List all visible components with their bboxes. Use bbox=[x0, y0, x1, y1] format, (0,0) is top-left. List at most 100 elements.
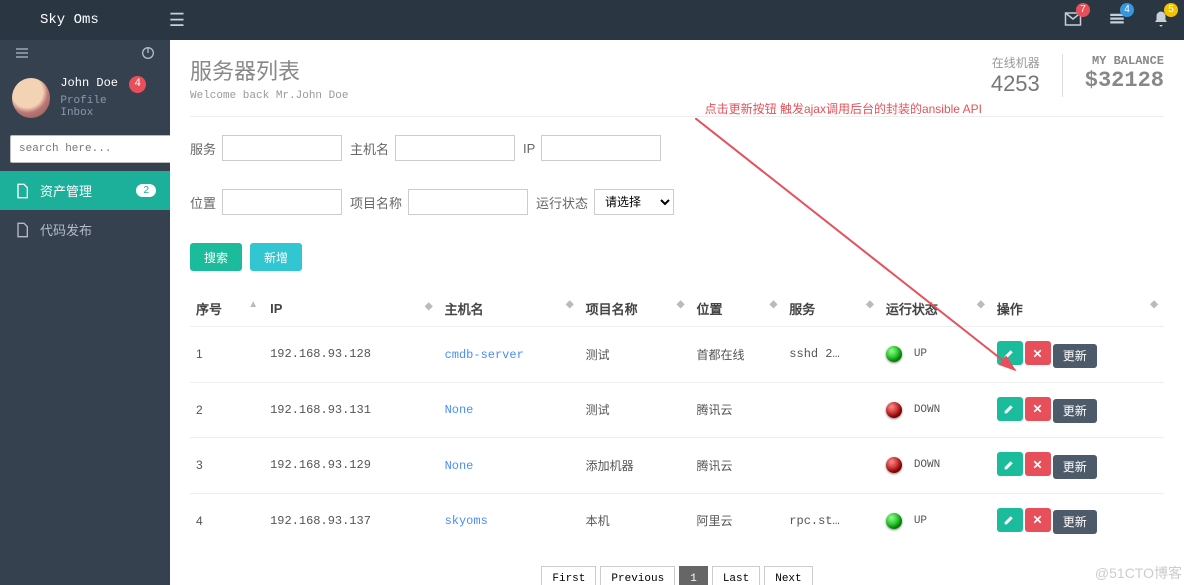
mail-icon[interactable]: 7 bbox=[1064, 10, 1082, 31]
cell-ip: 192.168.93.128 bbox=[264, 327, 438, 383]
pager-last[interactable]: Last bbox=[712, 566, 760, 585]
filter-input-project[interactable] bbox=[408, 189, 528, 215]
filter-label-status: 运行状态 bbox=[536, 193, 588, 212]
user-name: John Doe bbox=[60, 76, 118, 90]
update-button[interactable]: 更新 bbox=[1053, 455, 1097, 479]
menu-toggle-icon[interactable]: ☰ bbox=[169, 10, 185, 31]
cell-project: 本机 bbox=[580, 493, 691, 548]
host-link[interactable]: cmdb-server bbox=[445, 348, 524, 362]
cell-host: None bbox=[439, 382, 580, 438]
cell-svc bbox=[783, 438, 880, 494]
cell-project: 测试 bbox=[580, 382, 691, 438]
cell-ip: 192.168.93.137 bbox=[264, 493, 438, 548]
pager-next[interactable]: Next bbox=[764, 566, 812, 585]
table-row: 3192.168.93.129None添加机器腾讯云DOWN更新 bbox=[190, 438, 1164, 494]
status-dot-icon bbox=[886, 513, 902, 529]
delete-button[interactable] bbox=[1025, 341, 1051, 365]
main: 服务器列表 Welcome back Mr.John Doe 在线机器 4253… bbox=[170, 40, 1184, 585]
filter-input-service[interactable] bbox=[222, 135, 342, 161]
stat-balance: MY BALANCE $32128 bbox=[1085, 54, 1164, 97]
col-project[interactable]: 项目名称◆ bbox=[580, 291, 691, 327]
cell-op: 更新 bbox=[991, 382, 1164, 438]
filter-label-hostname: 主机名 bbox=[350, 139, 389, 158]
pager-page[interactable]: 1 bbox=[679, 566, 708, 585]
status-dot-icon bbox=[886, 457, 902, 473]
table-row: 1192.168.93.128cmdb-server测试首都在线sshd 2…U… bbox=[190, 327, 1164, 383]
table-row: 4192.168.93.137skyoms本机阿里云rpc.st…UP更新 bbox=[190, 493, 1164, 548]
pager-first[interactable]: First bbox=[541, 566, 596, 585]
topbar: Sky Oms ☰ 7 4 5 bbox=[0, 0, 1184, 40]
update-button[interactable]: 更新 bbox=[1053, 344, 1097, 368]
user-card: John Doe 4 Profile Inbox bbox=[0, 68, 170, 127]
cell-svc bbox=[783, 382, 880, 438]
delete-button[interactable] bbox=[1025, 397, 1051, 421]
filter-input-hostname[interactable] bbox=[395, 135, 515, 161]
sidebar-item-deploy[interactable]: 代码发布 bbox=[0, 210, 170, 249]
cell-host: None bbox=[439, 438, 580, 494]
cell-idx: 1 bbox=[190, 327, 264, 383]
file-icon bbox=[14, 183, 30, 199]
cell-op: 更新 bbox=[991, 493, 1164, 548]
user-info: John Doe 4 Profile Inbox bbox=[60, 76, 158, 119]
col-idx[interactable]: 序号▲ bbox=[190, 291, 264, 327]
power-icon[interactable] bbox=[140, 45, 156, 64]
cell-idx: 4 bbox=[190, 493, 264, 548]
sidebar: John Doe 4 Profile Inbox 资产管理 2 代码发布 bbox=[0, 40, 170, 585]
filter-select-status[interactable]: 请选择 bbox=[594, 189, 674, 215]
watermark: @51CTO博客 bbox=[1095, 563, 1182, 583]
col-host[interactable]: 主机名◆ bbox=[439, 291, 580, 327]
status-text: UP bbox=[914, 348, 927, 360]
cell-host: cmdb-server bbox=[439, 327, 580, 383]
cell-ip: 192.168.93.131 bbox=[264, 382, 438, 438]
edit-button[interactable] bbox=[997, 341, 1023, 365]
pager-prev[interactable]: Previous bbox=[600, 566, 675, 585]
filter-input-ip[interactable] bbox=[541, 135, 661, 161]
delete-button[interactable] bbox=[1025, 508, 1051, 532]
cell-project: 测试 bbox=[580, 327, 691, 383]
cell-ip: 192.168.93.129 bbox=[264, 438, 438, 494]
col-pos[interactable]: 位置◆ bbox=[691, 291, 784, 327]
bell-icon[interactable]: 5 bbox=[1152, 10, 1170, 31]
cell-host: skyoms bbox=[439, 493, 580, 548]
host-link[interactable]: skyoms bbox=[445, 514, 488, 528]
update-button[interactable]: 更新 bbox=[1053, 510, 1097, 534]
sidebar-item-badge: 2 bbox=[136, 184, 156, 197]
filter-input-position[interactable] bbox=[222, 189, 342, 215]
stat-online: 在线机器 4253 bbox=[991, 54, 1040, 97]
tasks-icon[interactable]: 4 bbox=[1108, 10, 1126, 31]
host-link[interactable]: None bbox=[445, 459, 474, 473]
search-filter-button[interactable]: 搜索 bbox=[190, 243, 242, 271]
add-button[interactable]: 新增 bbox=[250, 243, 302, 271]
profile-link[interactable]: Profile bbox=[60, 95, 106, 107]
update-button[interactable]: 更新 bbox=[1053, 399, 1097, 423]
sidebar-item-label: 资产管理 bbox=[40, 181, 92, 200]
status-dot-icon bbox=[886, 346, 902, 362]
col-svc[interactable]: 服务◆ bbox=[783, 291, 880, 327]
delete-button[interactable] bbox=[1025, 452, 1051, 476]
col-status[interactable]: 运行状态◆ bbox=[880, 291, 991, 327]
edit-button[interactable] bbox=[997, 452, 1023, 476]
search-input[interactable] bbox=[10, 135, 174, 163]
edit-button[interactable] bbox=[997, 397, 1023, 421]
tasks-badge: 4 bbox=[1120, 3, 1134, 17]
sidebar-menu-icon[interactable] bbox=[14, 45, 30, 64]
cell-idx: 3 bbox=[190, 438, 264, 494]
sidebar-item-assets[interactable]: 资产管理 2 bbox=[0, 171, 170, 210]
cell-status: DOWN bbox=[880, 438, 991, 494]
mail-badge: 7 bbox=[1076, 3, 1090, 17]
filter-label-ip: IP bbox=[523, 141, 535, 156]
table: 序号▲ IP◆ 主机名◆ 项目名称◆ 位置◆ 服务◆ 运行状态◆ 操作◆ 119… bbox=[190, 291, 1164, 548]
bell-badge: 5 bbox=[1164, 3, 1178, 17]
avatar[interactable] bbox=[12, 78, 50, 118]
col-ip[interactable]: IP◆ bbox=[264, 291, 438, 327]
status-text: UP bbox=[914, 515, 927, 527]
cell-status: DOWN bbox=[880, 382, 991, 438]
col-op[interactable]: 操作◆ bbox=[991, 291, 1164, 327]
cell-op: 更新 bbox=[991, 327, 1164, 383]
inbox-link[interactable]: Inbox bbox=[60, 107, 93, 119]
status-text: DOWN bbox=[914, 404, 940, 416]
status-text: DOWN bbox=[914, 459, 940, 471]
page-subtitle: Welcome back Mr.John Doe bbox=[190, 90, 348, 102]
edit-button[interactable] bbox=[997, 508, 1023, 532]
host-link[interactable]: None bbox=[445, 403, 474, 417]
